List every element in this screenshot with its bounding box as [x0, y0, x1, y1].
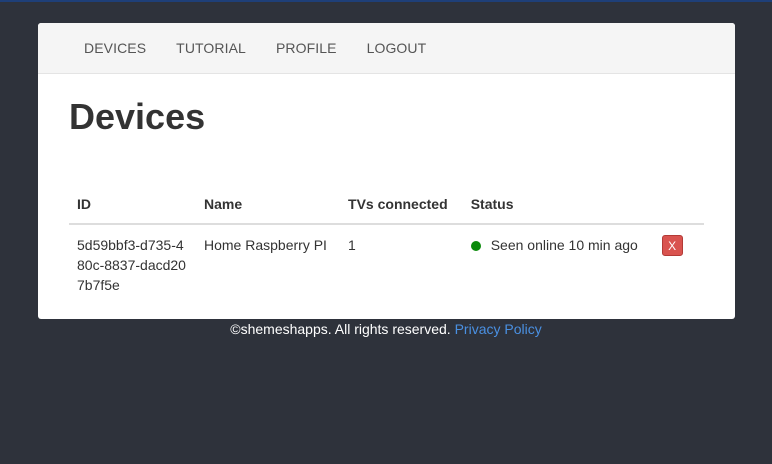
page-title: Devices — [69, 96, 206, 137]
online-status-dot-icon — [470, 241, 481, 251]
nav-item-logout[interactable]: LOGOUT — [367, 40, 427, 56]
device-actions-cell: X — [654, 224, 704, 303]
column-header-tvs-connected: TVs connected — [340, 185, 463, 225]
delete-device-button[interactable]: X — [661, 235, 683, 256]
device-tvs-connected: 1 — [348, 237, 356, 253]
devices-table: ID Name TVs connected Status 5d59bbf3-d7… — [69, 185, 704, 303]
table-row: 5d59bbf3-d735-480c-8837-dacd207b7f5e Hom… — [69, 224, 704, 303]
nav-item-tutorial[interactable]: TUTORIAL — [176, 40, 246, 56]
nav-item-profile[interactable]: PROFILE — [276, 40, 337, 56]
main-card: DEVICES TUTORIAL PROFILE LOGOUT Devices … — [38, 23, 735, 319]
device-name: Home Raspberry PI — [204, 237, 327, 253]
navbar: DEVICES TUTORIAL PROFILE LOGOUT — [38, 23, 735, 74]
footer: ©shemeshapps. All rights reserved. Priva… — [0, 320, 772, 338]
privacy-policy-link[interactable]: Privacy Policy — [455, 321, 542, 337]
device-id: 5d59bbf3-d735-480c-8837-dacd207b7f5e — [77, 237, 186, 293]
footer-copyright: ©shemeshapps. All rights reserved. — [230, 321, 451, 337]
nav-item-devices[interactable]: DEVICES — [84, 40, 146, 56]
column-header-actions — [653, 185, 704, 225]
top-accent-line — [0, 0, 772, 2]
device-status-cell: Seen online 10 min ago — [463, 224, 654, 303]
column-header-name: Name — [196, 185, 341, 225]
column-header-id: ID — [69, 185, 196, 225]
device-id-cell: 5d59bbf3-d735-480c-8837-dacd207b7f5e — [69, 224, 196, 303]
table-header-row: ID Name TVs connected Status — [69, 185, 704, 225]
column-header-status: Status — [462, 185, 654, 225]
device-status-text: Seen online 10 min ago — [490, 237, 638, 253]
